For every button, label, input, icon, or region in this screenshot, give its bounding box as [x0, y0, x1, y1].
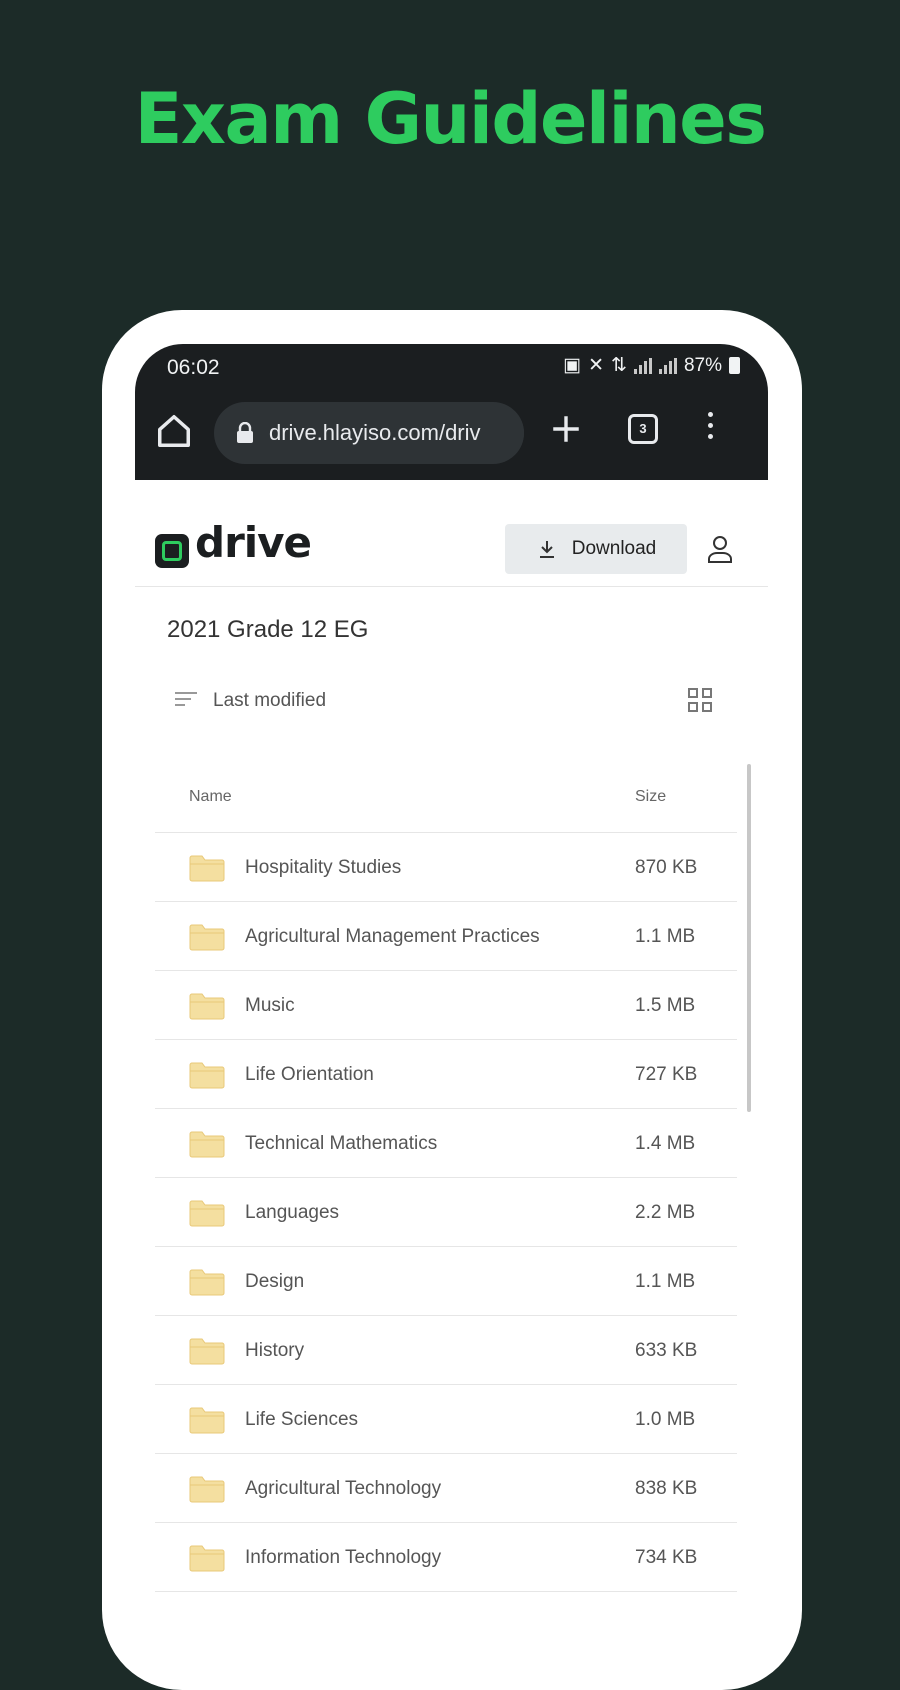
phone-screen: 06:02 ▣ ✕ ⇅ 87% drive.hlayiso.com/driv 3: [135, 344, 768, 1644]
download-button[interactable]: Download: [505, 524, 687, 574]
folder-icon: [189, 1200, 225, 1227]
signal-icon-2: [658, 357, 677, 374]
file-table: Name Size Hospitality Studies 870 KB Agr…: [155, 764, 737, 1592]
row-name: Life Orientation: [245, 1064, 374, 1085]
folder-icon: [189, 1545, 225, 1572]
network-icon: ⇅: [611, 355, 627, 376]
row-name: Technical Mathematics: [245, 1133, 438, 1154]
row-name: Music: [245, 995, 295, 1016]
row-size: 870 KB: [635, 857, 698, 878]
folder-icon: [189, 855, 225, 882]
sort-control[interactable]: Last modified: [175, 690, 326, 712]
folder-icon: [189, 1131, 225, 1158]
row-name: History: [245, 1340, 305, 1361]
download-icon: [539, 541, 554, 558]
sort-icon: [175, 692, 197, 710]
folder-icon: [189, 993, 225, 1020]
row-name: Hospitality Studies: [245, 857, 402, 878]
plus-icon[interactable]: [549, 412, 583, 446]
signal-icon: [633, 357, 652, 374]
table-header: Name Size: [155, 764, 737, 833]
grid-view-icon[interactable]: [688, 688, 716, 716]
row-size: 727 KB: [635, 1064, 698, 1085]
column-header-size[interactable]: Size: [635, 788, 666, 806]
row-size: 1.5 MB: [635, 995, 696, 1016]
row-name: Agricultural Management Practices: [245, 926, 540, 947]
logo-icon: [155, 534, 189, 568]
row-name: Information Technology: [245, 1547, 442, 1568]
table-row[interactable]: Design 1.1 MB: [155, 1247, 737, 1316]
row-size: 734 KB: [635, 1547, 698, 1568]
folder-icon: [189, 1407, 225, 1434]
url-bar[interactable]: drive.hlayiso.com/driv: [214, 402, 524, 464]
table-row[interactable]: Agricultural Technology 838 KB: [155, 1454, 737, 1523]
tabs-icon[interactable]: 3: [628, 414, 658, 444]
row-name: Languages: [245, 1202, 340, 1223]
url-fade: [494, 402, 524, 464]
browser-chrome: 06:02 ▣ ✕ ⇅ 87% drive.hlayiso.com/driv 3: [135, 344, 768, 480]
folder-icon: [189, 1338, 225, 1365]
site-header: drive Download: [135, 480, 768, 587]
battery-icon: [729, 357, 740, 374]
url-text: drive.hlayiso.com/driv: [269, 420, 481, 445]
table-row[interactable]: Life Orientation 727 KB: [155, 1040, 737, 1109]
home-icon[interactable]: [155, 412, 193, 450]
table-row[interactable]: Languages 2.2 MB: [155, 1178, 737, 1247]
table-row[interactable]: Life Sciences 1.0 MB: [155, 1385, 737, 1454]
status-icons: ▣ ✕ ⇅ 87%: [563, 354, 740, 377]
notification-icon: ▣: [563, 355, 582, 376]
row-name: Life Sciences: [245, 1409, 359, 1430]
table-row[interactable]: History 633 KB: [155, 1316, 737, 1385]
folder-icon: [189, 1062, 225, 1089]
folder-icon: [189, 924, 225, 951]
table-row[interactable]: Hospitality Studies 870 KB: [155, 833, 737, 902]
row-size: 1.1 MB: [635, 926, 696, 947]
row-size: 633 KB: [635, 1340, 698, 1361]
battery-percent: 87%: [683, 354, 722, 376]
table-row[interactable]: Agricultural Management Practices 1.1 MB: [155, 902, 737, 971]
row-size: 1.4 MB: [635, 1133, 696, 1154]
row-size: 2.2 MB: [635, 1202, 696, 1223]
table-row[interactable]: Music 1.5 MB: [155, 971, 737, 1040]
row-name: Agricultural Technology: [245, 1478, 442, 1499]
table-row[interactable]: Technical Mathematics 1.4 MB: [155, 1109, 737, 1178]
column-header-name[interactable]: Name: [189, 788, 232, 806]
folder-icon: [189, 1476, 225, 1503]
logo-text: drive: [195, 518, 312, 567]
row-size: 1.1 MB: [635, 1271, 696, 1292]
row-size: 1.0 MB: [635, 1409, 696, 1430]
folder-title: 2021 Grade 12 EG: [167, 616, 369, 643]
table-row[interactable]: Information Technology 734 KB: [155, 1523, 737, 1592]
promo-title: Exam Guidelines: [134, 78, 767, 160]
scrollbar[interactable]: [747, 764, 751, 1112]
download-label: Download: [571, 538, 657, 559]
table-body: Hospitality Studies 870 KB Agricultural …: [155, 833, 737, 1592]
user-icon[interactable]: [707, 535, 733, 563]
mute-icon: ✕: [588, 355, 605, 376]
sort-label: Last modified: [213, 690, 327, 711]
folder-icon: [189, 1269, 225, 1296]
row-name: Design: [245, 1271, 305, 1292]
lock-icon: [237, 422, 253, 443]
status-time: 06:02: [167, 356, 220, 379]
menu-icon[interactable]: [705, 412, 715, 446]
row-size: 838 KB: [635, 1478, 698, 1499]
